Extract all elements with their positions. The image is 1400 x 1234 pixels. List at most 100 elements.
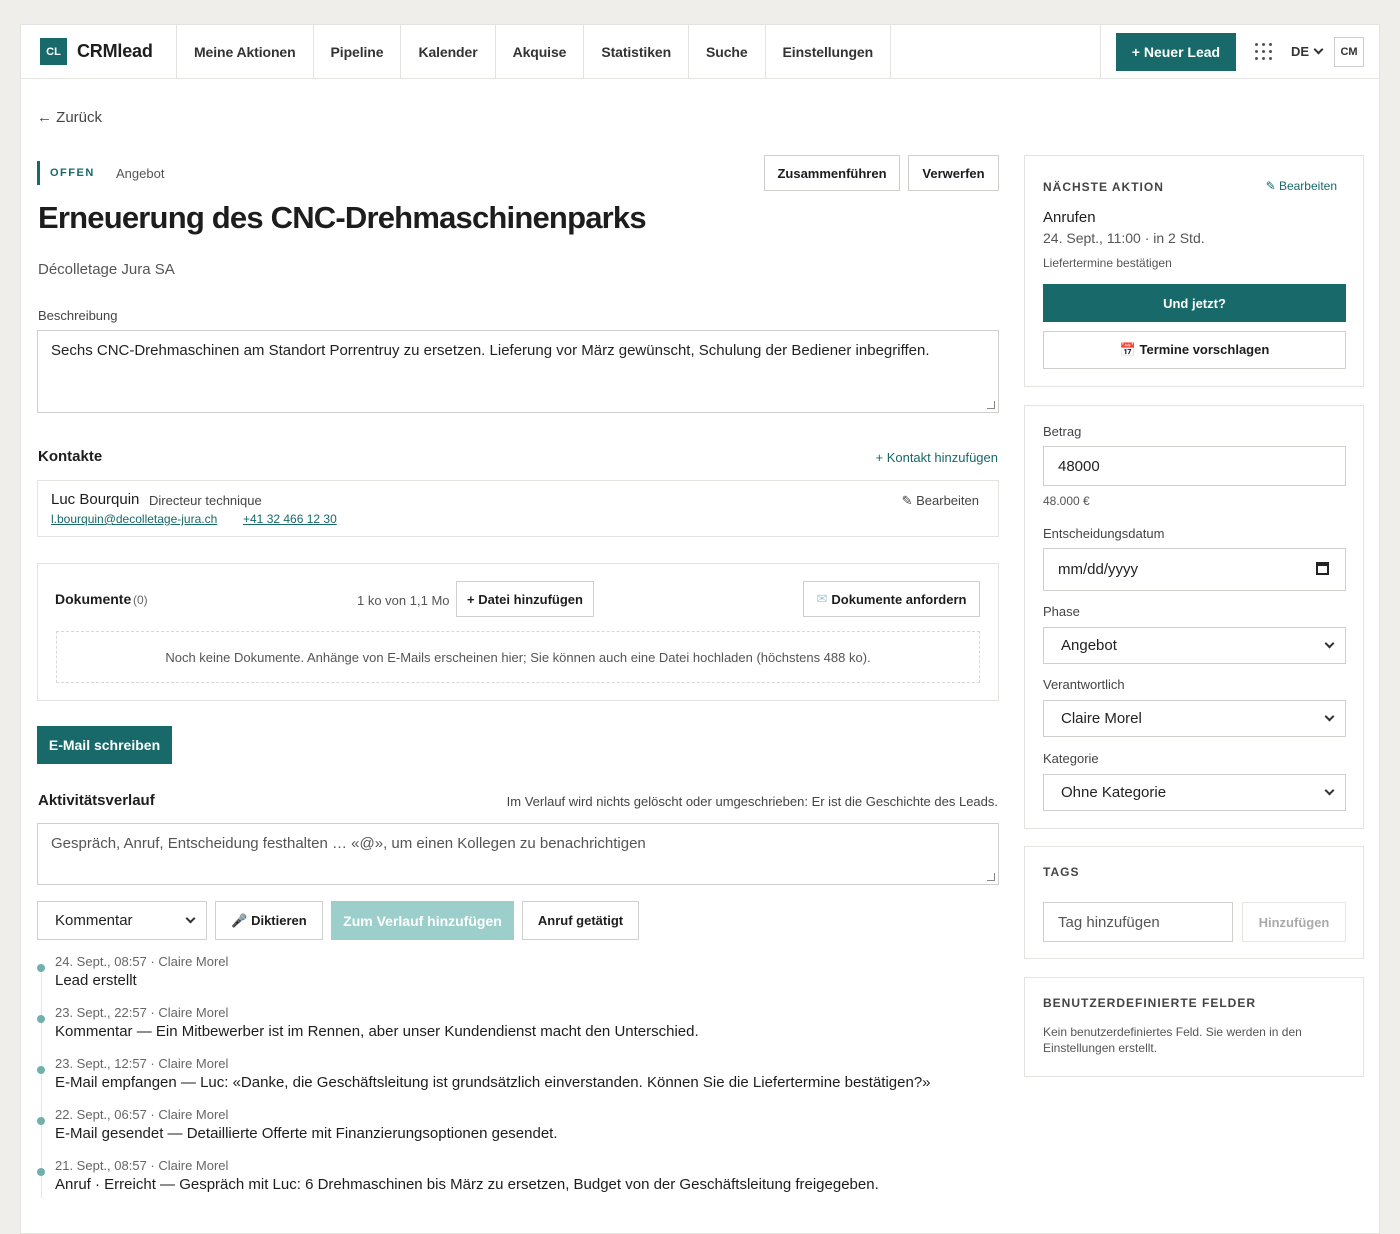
nav-statistiken[interactable]: Statistiken [584, 25, 690, 78]
custom-fields-empty: Kein benutzerdefiniertes Feld. Sie werde… [1043, 1025, 1302, 1055]
chevron-down-icon [1324, 638, 1335, 648]
discard-button[interactable]: Verwerfen [908, 155, 999, 191]
tag-input[interactable]: Tag hinzufügen [1043, 902, 1233, 942]
amount-value: 48000 [1058, 457, 1100, 475]
language-selector[interactable]: DE [1290, 44, 1324, 59]
contact-role: Directeur technique [149, 493, 262, 508]
contact-name: Luc Bourquin [51, 491, 140, 508]
chevron-down-icon [185, 913, 196, 923]
documents-dropzone[interactable]: Noch keine Dokumente. Anhänge von E-Mail… [56, 631, 980, 683]
add-file-button[interactable]: + Datei hinzufügen [456, 581, 594, 617]
user-avatar[interactable]: CM [1334, 36, 1364, 67]
add-tag-button[interactable]: Hinzufügen [1242, 902, 1346, 942]
nav-akquise[interactable]: Akquise [496, 25, 585, 78]
description-text: Sechs CNC-Drehmaschinen am Standort Porr… [51, 342, 930, 359]
status-badge: OFFEN [37, 161, 95, 185]
category-value: Ohne Kategorie [1061, 784, 1167, 801]
timeline-dot [37, 1117, 45, 1125]
tags-panel: TAGS Tag hinzufügen Hinzufügen [1024, 846, 1364, 959]
timeline-text: Kommentar — Ein Mitbewerber ist im Renne… [55, 1023, 699, 1040]
chevron-down-icon [1324, 785, 1335, 795]
documents-count: (0) [133, 593, 148, 607]
documents-title: Dokumente [55, 591, 132, 607]
activity-type-select[interactable]: Kommentar [37, 901, 207, 940]
timeline-dot [37, 1015, 45, 1023]
custom-fields-panel: BENUTZERDEFINIERTE FELDER Kein benutzerd… [1024, 977, 1364, 1077]
brand[interactable]: CL CRMlead [21, 25, 177, 78]
timeline-line [41, 968, 42, 1198]
nav-pipeline[interactable]: Pipeline [314, 25, 402, 78]
nav-right: + Neuer Lead DE CM [1099, 25, 1379, 78]
timeline-text: Lead erstellt [55, 972, 137, 989]
back-link[interactable]: ← Zurück [37, 109, 102, 126]
activity-input[interactable]: Gespräch, Anruf, Entscheidung festhalten… [37, 823, 999, 885]
nav-suche[interactable]: Suche [689, 25, 766, 78]
phase-field-label: Phase [1043, 604, 1080, 619]
phase-value: Angebot [1061, 637, 1117, 654]
add-to-history-button[interactable]: Zum Verlauf hinzufügen [331, 901, 514, 940]
timeline-meta: 23. Sept., 22:57 · Claire Morel [55, 1005, 229, 1020]
category-select[interactable]: Ohne Kategorie [1043, 774, 1346, 811]
next-action-panel: NÄCHSTE AKTION ✎ Bearbeiten Anrufen 24. … [1024, 155, 1364, 387]
owner-label: Verantwortlich [1043, 677, 1125, 692]
brand-name: CRMlead [77, 41, 153, 61]
top-navigation: CL CRMlead Meine Aktionen Pipeline Kalen… [21, 25, 1379, 79]
contact-card: Luc Bourquin Directeur technique l.bourq… [37, 480, 999, 537]
edit-contact-button[interactable]: ✎ Bearbeiten [902, 493, 979, 509]
brand-logo: CL [40, 38, 67, 65]
activity-placeholder: Gespräch, Anruf, Entscheidung festhalten… [51, 835, 646, 852]
resize-handle-icon[interactable] [987, 873, 995, 881]
language-label: DE [1290, 44, 1309, 59]
decision-date-input[interactable]: mm/dd/yyyy [1043, 548, 1346, 591]
page: CL CRMlead Meine Aktionen Pipeline Kalen… [20, 24, 1380, 1234]
timeline-meta: 24. Sept., 08:57 · Claire Morel [55, 954, 229, 969]
calendar-icon[interactable] [1316, 562, 1329, 575]
owner-value: Claire Morel [1061, 710, 1142, 727]
contact-email-link[interactable]: l.bourquin@decolletage-jura.ch [51, 512, 217, 526]
propose-dates-button[interactable]: 📅 Termine vorschlagen [1043, 331, 1346, 369]
amount-input[interactable]: 48000 [1043, 446, 1346, 486]
description-textarea[interactable]: Sechs CNC-Drehmaschinen am Standort Porr… [37, 330, 999, 413]
phase-select[interactable]: Angebot [1043, 627, 1346, 664]
activity-note: Im Verlauf wird nichts gelöscht oder umg… [506, 794, 998, 809]
new-lead-button[interactable]: + Neuer Lead [1115, 32, 1236, 71]
apps-grid-icon[interactable] [1254, 42, 1274, 62]
what-now-button[interactable]: Und jetzt? [1043, 284, 1346, 322]
description-label: Beschreibung [38, 308, 118, 323]
custom-fields-title: BENUTZERDEFINIERTE FELDER [1043, 996, 1257, 1010]
timeline-meta: 22. Sept., 06:57 · Claire Morel [55, 1107, 229, 1122]
phase-label: Angebot [116, 166, 165, 181]
company-name[interactable]: Décolletage Jura SA [38, 261, 175, 278]
chevron-down-icon [1313, 44, 1324, 55]
edit-next-action-link[interactable]: ✎ Bearbeiten [1266, 179, 1337, 193]
call-done-button[interactable]: Anruf getätigt [522, 901, 639, 940]
dictate-button[interactable]: 🎤 Diktieren [215, 901, 323, 940]
merge-button[interactable]: Zusammenführen [764, 155, 900, 191]
timeline-meta: 21. Sept., 08:57 · Claire Morel [55, 1158, 229, 1173]
add-contact-link[interactable]: + Kontakt hinzufügen [875, 450, 998, 465]
owner-select[interactable]: Claire Morel [1043, 700, 1346, 737]
next-action-note: Liefertermine bestätigen [1043, 256, 1172, 270]
nav-kalender[interactable]: Kalender [401, 25, 496, 78]
next-action-when: 24. Sept., 11:00 · in 2 Std. [1043, 230, 1205, 246]
lead-fields-panel: Betrag 48000 48.000 € Entscheidungsdatum… [1024, 405, 1364, 829]
chevron-down-icon [1324, 711, 1335, 721]
documents-quota: 1 ko von 1,1 Mo [357, 593, 450, 608]
timeline-text: E-Mail empfangen — Luc: «Danke, die Gesc… [55, 1074, 931, 1091]
documents-empty-text: Noch keine Dokumente. Anhänge von E-Mail… [165, 649, 871, 665]
nav-meine-aktionen[interactable]: Meine Aktionen [177, 25, 314, 78]
amount-formatted: 48.000 € [1043, 494, 1090, 508]
envelope-icon: ✉ [816, 591, 828, 606]
nav-einstellungen[interactable]: Einstellungen [766, 25, 892, 78]
next-action-title: NÄCHSTE AKTION [1043, 180, 1164, 194]
tags-title: TAGS [1043, 865, 1080, 879]
contact-phone-link[interactable]: +41 32 466 12 30 [243, 512, 337, 526]
resize-handle-icon[interactable] [987, 401, 995, 409]
next-action-type: Anrufen [1043, 209, 1096, 226]
request-documents-button[interactable]: ✉ Dokumente anfordern [803, 581, 980, 617]
activity-title: Aktivitätsverlauf [38, 792, 155, 809]
timeline-dot [37, 1066, 45, 1074]
write-email-button[interactable]: E-Mail schreiben [37, 726, 172, 764]
timeline-text: Anruf · Erreicht — Gespräch mit Luc: 6 D… [55, 1176, 879, 1193]
lead-title: Erneuerung des CNC-Drehmaschinenparks [38, 200, 647, 235]
